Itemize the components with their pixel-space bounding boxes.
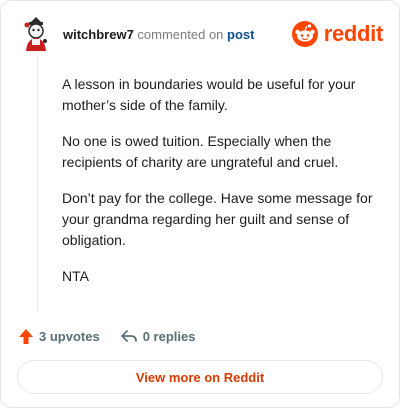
comment-meta: witchbrew7 commented on post xyxy=(63,27,255,43)
comment-actions: 3 upvotes 0 replies xyxy=(18,326,195,346)
reply-arrow-icon xyxy=(120,330,137,342)
upvote-count: 3 upvotes xyxy=(39,328,100,344)
reddit-wordmark: reddit xyxy=(323,21,384,46)
reply-count: 0 replies xyxy=(142,328,196,344)
reddit-logo[interactable]: reddit xyxy=(291,19,384,49)
comment-header: witchbrew7 commented on post reddit xyxy=(21,17,383,53)
user-avatar[interactable] xyxy=(21,17,51,51)
thread-line xyxy=(37,57,38,311)
username-link[interactable]: witchbrew7 xyxy=(63,27,134,42)
comment-paragraph: Don’t pay for the college. Have some mes… xyxy=(62,190,373,248)
upvote-button[interactable]: 3 upvotes xyxy=(18,328,100,345)
reply-button[interactable]: 0 replies xyxy=(120,328,196,344)
upvote-arrow-icon xyxy=(19,328,33,344)
embedded-comment-card: witchbrew7 commented on post reddit A le… xyxy=(0,0,400,408)
view-more-button[interactable]: View more on Reddit xyxy=(17,360,383,394)
reddit-snoo-icon xyxy=(291,21,318,47)
comment-paragraph: A lesson in boundaries would be useful f… xyxy=(62,76,356,113)
comment-paragraph: NTA xyxy=(62,268,89,284)
post-link[interactable]: post xyxy=(227,27,254,42)
comment-paragraph: No one is owed tuition. Especially when … xyxy=(62,133,339,170)
commented-on-label: commented on xyxy=(137,27,224,42)
comment-body: A lesson in boundaries would be useful f… xyxy=(62,74,382,302)
